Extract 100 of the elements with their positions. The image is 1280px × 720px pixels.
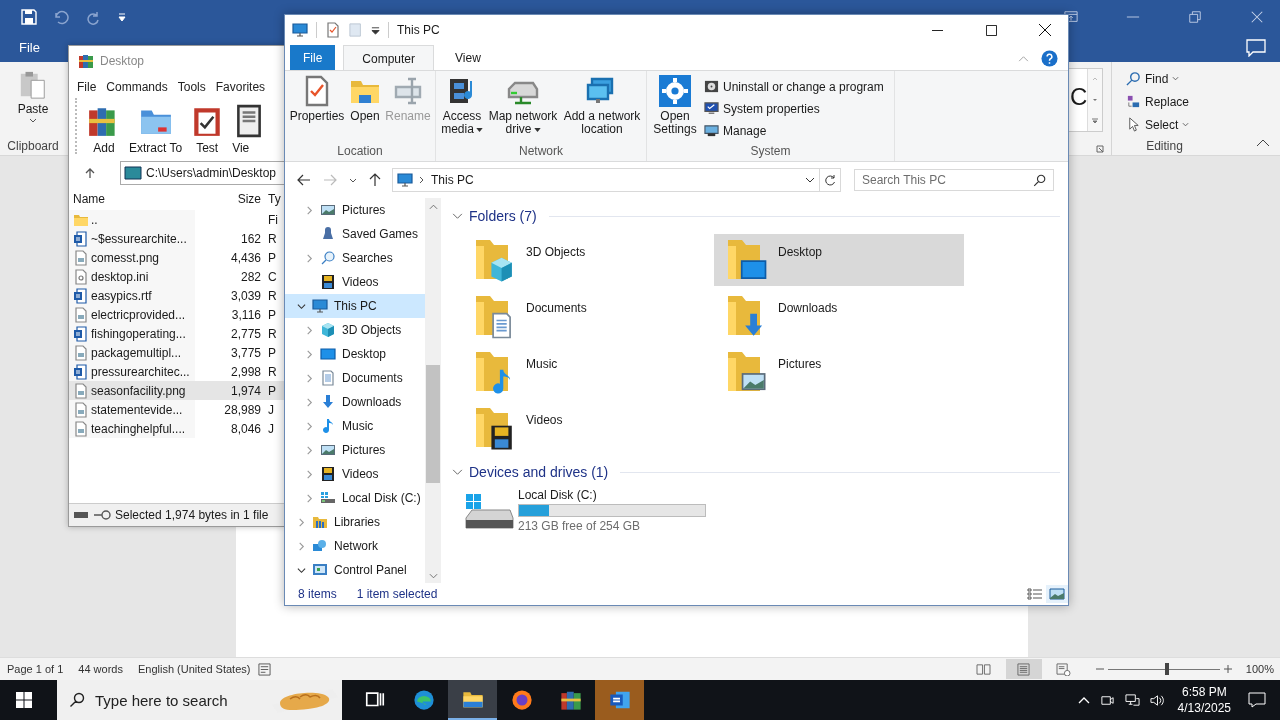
folder-tile[interactable]: 3D Objects — [462, 234, 712, 286]
dropdown-caret-icon[interactable] — [805, 177, 815, 183]
page-count[interactable]: Page 1 of 1 — [0, 663, 72, 675]
section-header[interactable]: Folders (7) — [469, 208, 537, 224]
restore-icon[interactable] — [1188, 10, 1202, 24]
chevron-right-icon[interactable] — [305, 253, 314, 263]
ribbon-button[interactable]: Access media — [440, 75, 484, 144]
column-header[interactable]: Ty — [265, 191, 281, 206]
clock-time[interactable]: 6:58 PM — [1181, 684, 1227, 700]
windows-logo-icon[interactable] — [16, 692, 32, 708]
menu-item[interactable]: File — [72, 79, 102, 94]
editing-button[interactable]: Replace — [1126, 92, 1190, 111]
column-header[interactable]: Size — [195, 191, 265, 206]
chevron-down-icon[interactable] — [297, 565, 306, 575]
notification-icon[interactable] — [1248, 692, 1266, 708]
large-icons-view-button[interactable] — [1046, 585, 1068, 603]
chevron-right-icon[interactable] — [305, 445, 314, 455]
chevron-right-icon[interactable] — [305, 373, 314, 383]
word-count[interactable]: 44 words — [71, 663, 131, 675]
tree-item[interactable]: Desktop — [285, 342, 425, 366]
menu-item[interactable]: Tools — [172, 79, 211, 94]
ribbon-tab[interactable]: Computer — [343, 45, 435, 71]
zoom-out-icon[interactable] — [1095, 665, 1104, 673]
scroll-down-icon[interactable] — [1091, 96, 1100, 104]
tree-item[interactable]: Control Panel — [285, 558, 425, 582]
help-icon[interactable] — [1041, 49, 1058, 67]
maximize-icon[interactable] — [985, 24, 997, 36]
menu-item[interactable]: Favorites — [210, 79, 271, 94]
up-arrow-icon[interactable] — [369, 173, 381, 187]
menu-item[interactable]: Commands — [101, 79, 173, 94]
ribbon-button[interactable]: Add a network location — [562, 75, 642, 144]
chevron-right-icon[interactable] — [297, 541, 306, 551]
network-icon[interactable] — [1124, 692, 1140, 708]
zoom-level[interactable]: 100% — [1231, 663, 1280, 675]
chevron-right-icon[interactable] — [305, 493, 314, 503]
tree-item[interactable]: Videos — [285, 462, 425, 486]
editing-button[interactable]: Find — [1126, 69, 1190, 88]
back-icon[interactable] — [297, 174, 311, 186]
tree-item[interactable]: Music — [285, 414, 425, 438]
save-icon[interactable] — [21, 9, 37, 25]
tree-item[interactable]: This PC — [285, 294, 425, 318]
folder-tile[interactable]: Pictures — [714, 346, 964, 398]
chevron-down-icon[interactable] — [297, 301, 306, 311]
ribbon-button[interactable]: Manage — [704, 121, 890, 140]
chevron-right-icon[interactable] — [305, 205, 314, 215]
section-header[interactable]: Devices and drives (1) — [469, 464, 609, 480]
chevron-up-icon[interactable] — [1077, 696, 1090, 704]
tree-item[interactable]: Network — [285, 534, 425, 558]
drive-name[interactable]: Local Disk (C:) — [518, 488, 706, 502]
zoom-in-icon[interactable] — [1223, 665, 1232, 673]
collapse-ribbon-icon[interactable] — [1256, 139, 1270, 147]
chevron-right-icon[interactable] — [305, 349, 314, 359]
folder-tile[interactable]: Videos — [462, 402, 712, 454]
language-status[interactable]: English (United States) — [130, 663, 259, 675]
ribbon-button[interactable]: System properties — [704, 99, 890, 118]
tree-item[interactable]: 3D Objects — [285, 318, 425, 342]
file-tab[interactable]: File — [0, 34, 51, 62]
column-header[interactable]: Name — [69, 191, 195, 206]
tree-item[interactable]: Videos — [285, 270, 425, 294]
tree-item[interactable]: Pictures — [285, 198, 425, 222]
ribbon-button[interactable]: Uninstall or change a program — [704, 77, 890, 96]
undo-icon[interactable] — [53, 9, 69, 25]
section-chevron-icon[interactable] — [452, 468, 463, 476]
proofing-icon[interactable] — [258, 662, 272, 676]
folder-tile[interactable]: Downloads — [714, 290, 964, 342]
ribbon-button[interactable]: Map network drive — [487, 75, 559, 144]
chevron-right-icon[interactable] — [305, 469, 314, 479]
folder-tile[interactable]: Desktop — [714, 234, 964, 286]
close-icon[interactable] — [1039, 24, 1051, 36]
recent-caret-icon[interactable] — [349, 177, 357, 183]
tree-item[interactable]: Pictures — [285, 438, 425, 462]
search-field[interactable]: Search This PC — [854, 169, 1054, 191]
taskbar-app[interactable] — [448, 680, 497, 720]
folder-tile[interactable]: Music — [462, 346, 712, 398]
ribbon-button[interactable]: Open — [348, 75, 382, 144]
chevron-right-icon[interactable] — [297, 517, 306, 527]
chevron-right-icon[interactable] — [305, 325, 314, 335]
scrollbar-thumb[interactable] — [426, 365, 440, 483]
tree-item[interactable]: Local Disk (C:) — [285, 486, 425, 510]
scroll-down-icon[interactable] — [428, 573, 438, 579]
taskbar-search-field[interactable]: Type here to search — [57, 680, 342, 720]
toolbar-button[interactable]: Vie — [228, 104, 284, 155]
refresh-button[interactable] — [819, 168, 841, 192]
customize-caret-icon[interactable] — [371, 25, 380, 35]
address-bar[interactable]: This PC — [392, 168, 820, 192]
list-row[interactable]: seasonfacility.png 1,974 P — [69, 381, 284, 400]
tree-item[interactable]: Saved Games — [285, 222, 425, 246]
editing-button[interactable]: Select — [1126, 115, 1190, 134]
folder-tile[interactable]: Documents — [462, 290, 712, 342]
tree-item[interactable]: Searches — [285, 246, 425, 270]
clock-date[interactable]: 4/13/2025 — [1177, 700, 1231, 716]
ribbon-button[interactable]: Open Settings — [651, 75, 699, 144]
paste-button[interactable]: Paste — [17, 70, 49, 123]
tree-item[interactable]: Libraries — [285, 510, 425, 534]
section-chevron-icon[interactable] — [452, 212, 463, 220]
dialog-launcher-icon[interactable] — [1096, 145, 1104, 153]
volume-icon[interactable] — [1149, 692, 1165, 708]
file-tab[interactable]: File — [290, 45, 336, 71]
print-view-button[interactable] — [1005, 659, 1042, 679]
zoom-slider-thumb[interactable] — [1165, 663, 1170, 675]
